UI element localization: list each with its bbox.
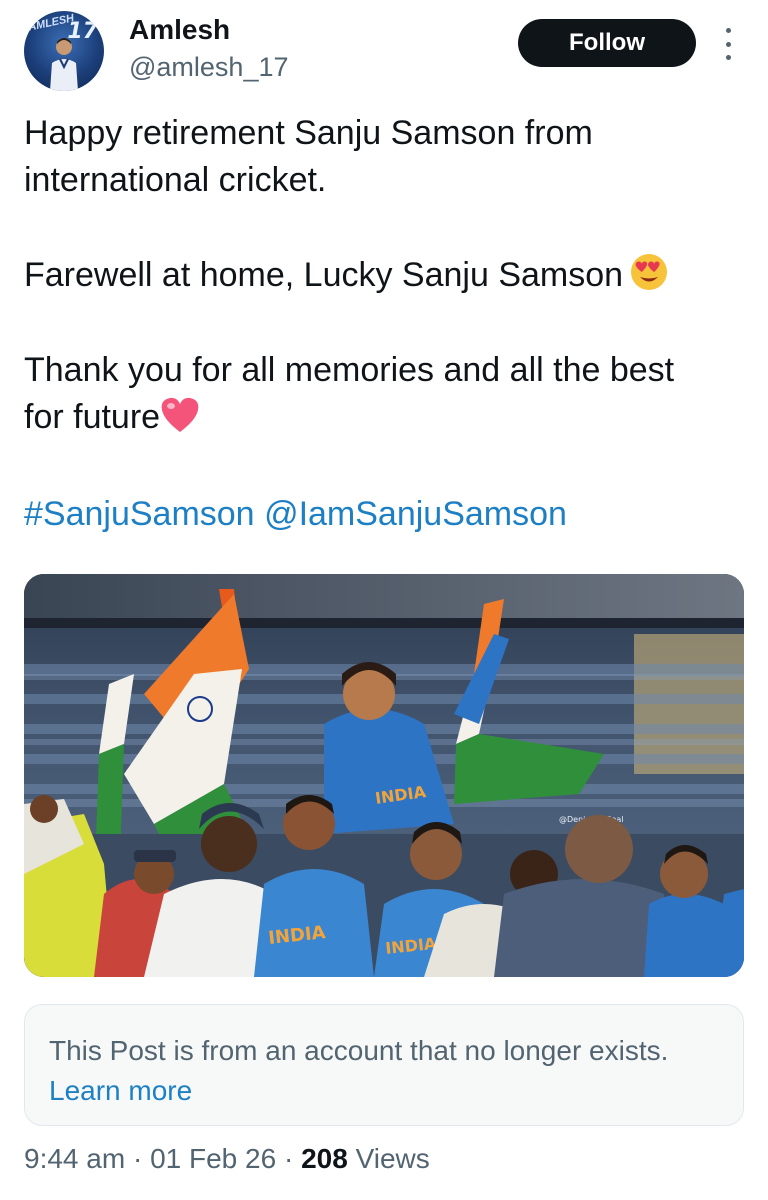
views-label: Views — [355, 1143, 430, 1174]
more-vertical-icon[interactable] — [716, 24, 740, 64]
tweet-text-line: international cricket. — [24, 161, 327, 199]
tweet-text-line: Happy retirement Sanju Samson from — [24, 114, 593, 152]
tweet-paragraph-2: Farewell at home, Lucky Sanju Samson — [24, 252, 749, 299]
avatar-person-icon — [50, 38, 78, 91]
author-handle[interactable]: @amlesh_17 — [129, 52, 289, 83]
meta-separator: · — [283, 1143, 294, 1174]
tweet-paragraph-1: Happy retirement Sanju Samson from inter… — [24, 110, 749, 204]
tweet-image[interactable]: @DenissForReal INDIA INDIA INDIA — [24, 574, 744, 977]
account-notice: This Post is from an account that no lon… — [24, 1004, 744, 1126]
pink-heart-emoji-icon — [161, 397, 199, 432]
follow-button[interactable]: Follow — [518, 19, 696, 67]
views-count[interactable]: 208 — [301, 1143, 348, 1174]
tweet-text: Farewell at home, Lucky Sanju Samson — [24, 256, 624, 294]
tweet-text-line: Thank you for all memories and all the b… — [24, 351, 675, 389]
meta-separator: · — [132, 1143, 143, 1174]
tweet-text-line-with-emoji: Farewell at home, Lucky Sanju Samson — [24, 252, 749, 299]
tweet-paragraph-3: Thank you for all memories and all the b… — [24, 347, 749, 441]
learn-more-link[interactable]: Learn more — [49, 1075, 192, 1106]
tweet-header: AMLESH 17 Amlesh @amlesh_17 Follow — [0, 0, 768, 100]
more-dot — [725, 28, 731, 33]
tweet-time[interactable]: 9:44 am — [24, 1143, 125, 1174]
tweet-tags-line: #SanjuSamson @IamSanjuSamson — [24, 491, 749, 538]
tweet-tags: #SanjuSamson @IamSanjuSamson — [24, 491, 749, 538]
hashtag-link[interactable]: #SanjuSamson — [24, 495, 255, 533]
tweet-text-line-with-emoji: for future — [24, 394, 749, 441]
avatar[interactable]: AMLESH 17 — [24, 11, 104, 91]
tweet-text: for future — [24, 398, 161, 436]
tweet-date[interactable]: 01 Feb 26 — [150, 1143, 276, 1174]
tweet-meta: 9:44 am · 01 Feb 26 · 208 Views — [24, 1143, 430, 1175]
mention-link[interactable]: @IamSanjuSamson — [264, 495, 567, 533]
notice-message: This Post is from an account that no lon… — [49, 1035, 669, 1066]
more-dot — [725, 55, 731, 60]
more-dot — [725, 41, 731, 47]
notice-text-block: This Post is from an account that no lon… — [49, 1031, 709, 1111]
heart-eyes-emoji-icon — [631, 254, 668, 290]
celebration-photo: @DenissForReal INDIA INDIA INDIA — [24, 574, 744, 977]
author-name[interactable]: Amlesh — [129, 14, 230, 46]
